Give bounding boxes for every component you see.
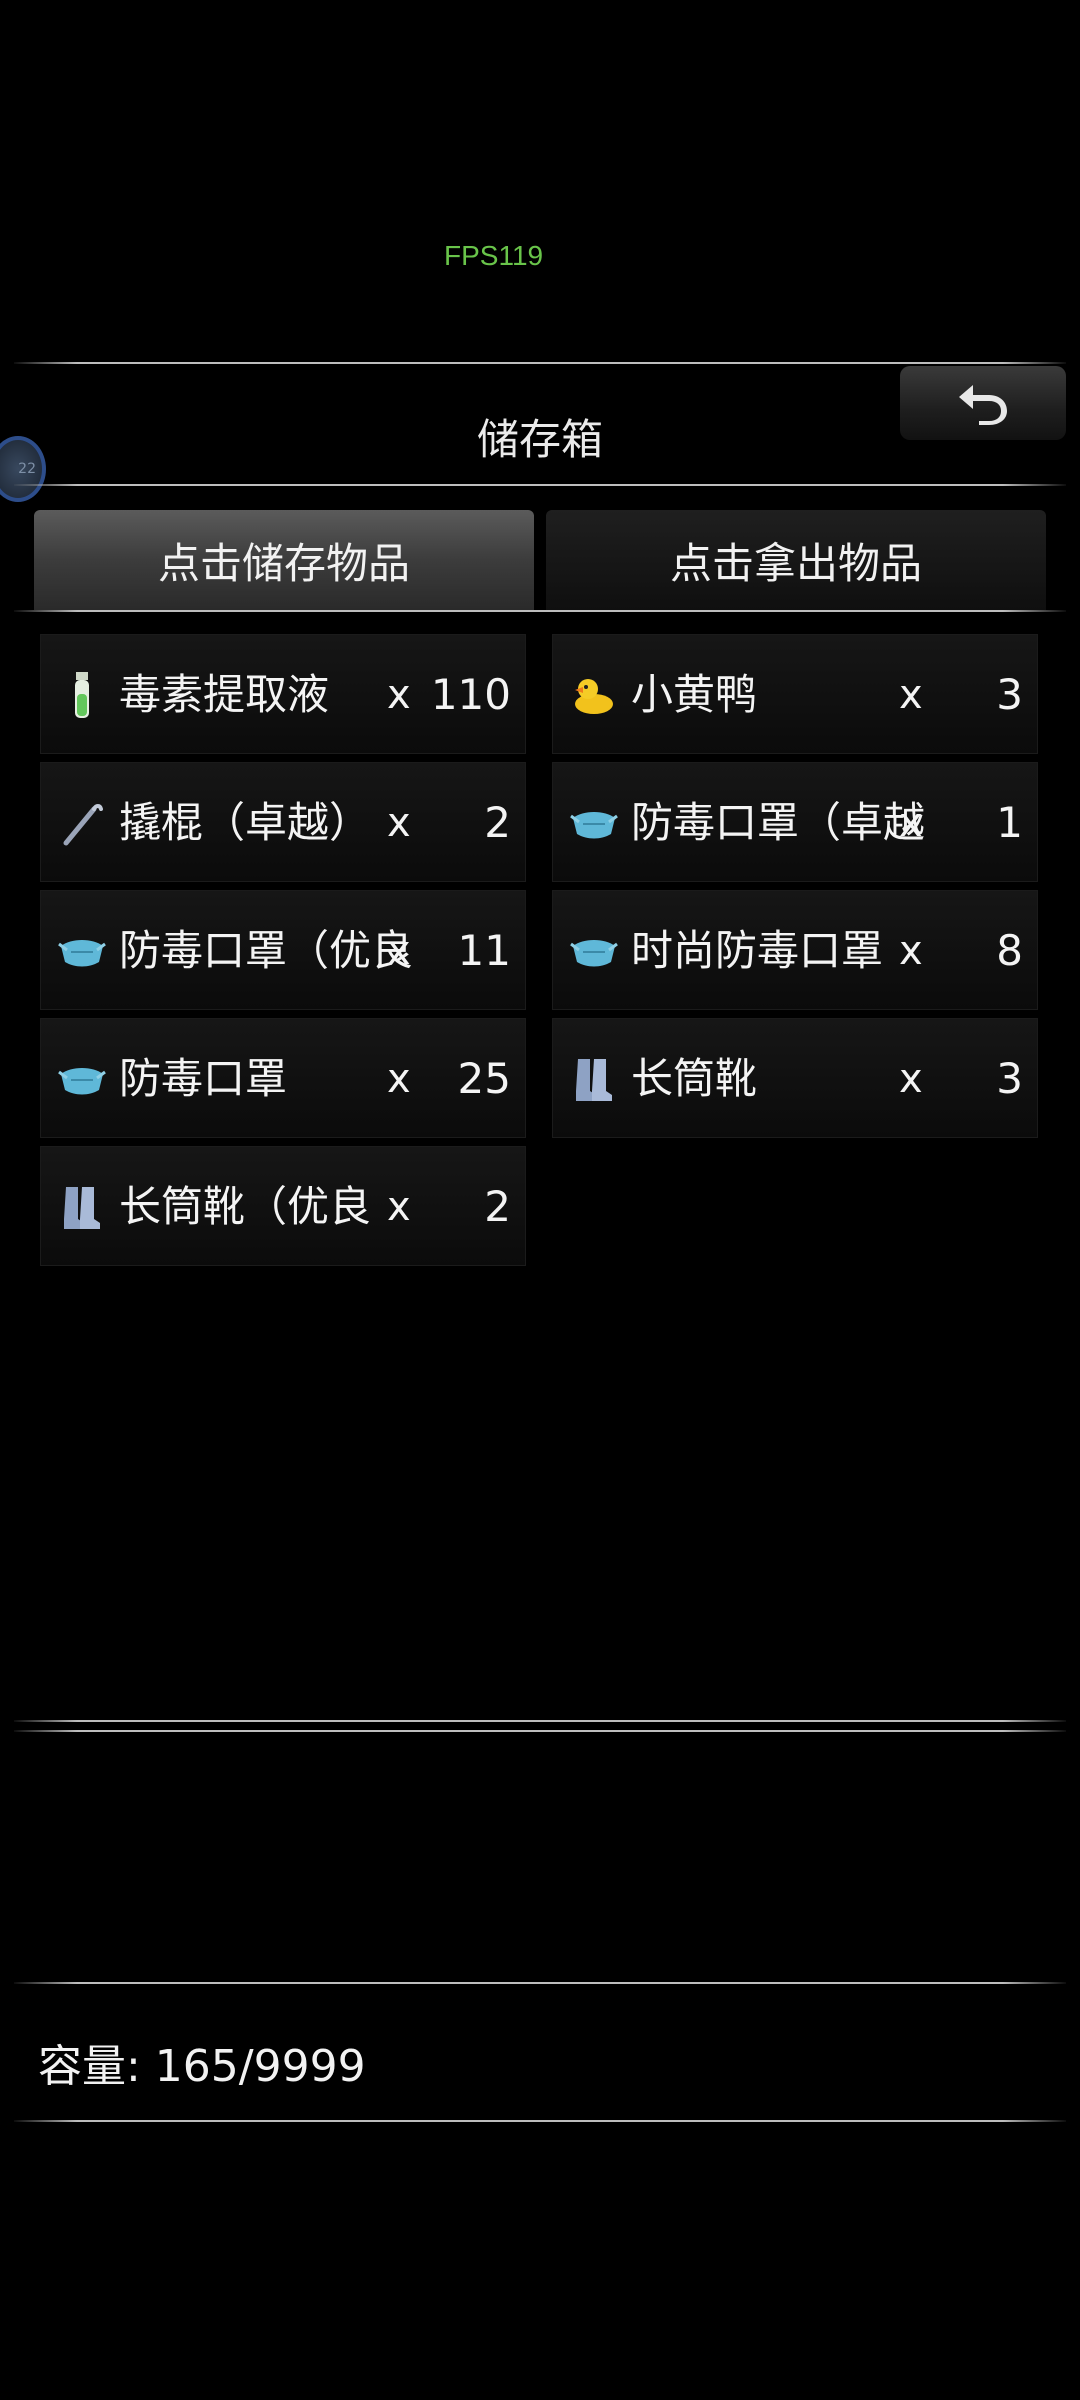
footer-bottom-divider: [14, 2120, 1066, 2122]
toxin-vial-icon: [53, 667, 111, 725]
item-multiplier: x: [899, 800, 923, 846]
inventory-item[interactable]: 时尚防毒口罩 x 8: [552, 890, 1038, 1010]
item-multiplier: x: [387, 1056, 411, 1102]
list-bottom-divider-2: [14, 1730, 1066, 1732]
item-count: 3: [996, 670, 1023, 719]
item-count: 8: [996, 926, 1023, 975]
item-multiplier: x: [387, 1184, 411, 1230]
gas-mask-icon: [565, 795, 623, 853]
gas-mask-icon: [53, 923, 111, 981]
inventory-item[interactable]: 撬棍（卓越） x 2: [40, 762, 526, 882]
inventory-item[interactable]: 防毒口罩（卓越 x 1: [552, 762, 1038, 882]
boots-icon: [53, 1179, 111, 1237]
item-multiplier: x: [387, 672, 411, 718]
item-count: 3: [996, 1054, 1023, 1103]
inventory-item[interactable]: 防毒口罩（优良 x 11: [40, 890, 526, 1010]
boots-icon: [565, 1051, 623, 1109]
header-bottom-divider: [14, 484, 1066, 486]
tab-take-items-label: 点击拿出物品: [669, 538, 922, 588]
footer-top-divider: [14, 1982, 1066, 1984]
item-multiplier: x: [899, 672, 923, 718]
item-multiplier: x: [387, 928, 411, 974]
item-count: 2: [484, 798, 511, 847]
item-count: 25: [457, 1054, 511, 1103]
inventory-item[interactable]: 毒素提取液 x 110: [40, 634, 526, 754]
inventory-item[interactable]: 小黄鸭 x 3: [552, 634, 1038, 754]
gas-mask-icon: [53, 1051, 111, 1109]
rubber-duck-icon: [565, 667, 623, 725]
tabs-bottom-divider: [14, 610, 1066, 612]
item-multiplier: x: [899, 1056, 923, 1102]
header-top-divider: [14, 362, 1066, 364]
gas-mask-icon: [565, 923, 623, 981]
capacity-label: 容量: 165/9999: [38, 2041, 366, 2092]
crowbar-icon: [53, 795, 111, 853]
fps-counter: FPS119: [444, 240, 544, 271]
inventory-item[interactable]: 长筒靴（优良 x 2: [40, 1146, 526, 1266]
tab-store-items[interactable]: 点击储存物品: [34, 510, 534, 610]
inventory-grid: 毒素提取液 x 110 小黄鸭 x 3 撬棍（卓越） x 2 防毒口罩（卓越 x…: [40, 634, 1040, 1274]
tab-store-items-label: 点击储存物品: [157, 538, 410, 588]
item-multiplier: x: [899, 928, 923, 974]
item-count: 11: [457, 926, 511, 975]
inventory-item[interactable]: 长筒靴 x 3: [552, 1018, 1038, 1138]
item-multiplier: x: [387, 800, 411, 846]
item-count: 1: [996, 798, 1023, 847]
item-count: 110: [430, 670, 511, 719]
inventory-item[interactable]: 防毒口罩 x 25: [40, 1018, 526, 1138]
list-bottom-divider-1: [14, 1720, 1066, 1722]
item-count: 2: [484, 1182, 511, 1231]
tab-take-items[interactable]: 点击拿出物品: [546, 510, 1046, 610]
page-title: 储存箱: [476, 415, 603, 464]
